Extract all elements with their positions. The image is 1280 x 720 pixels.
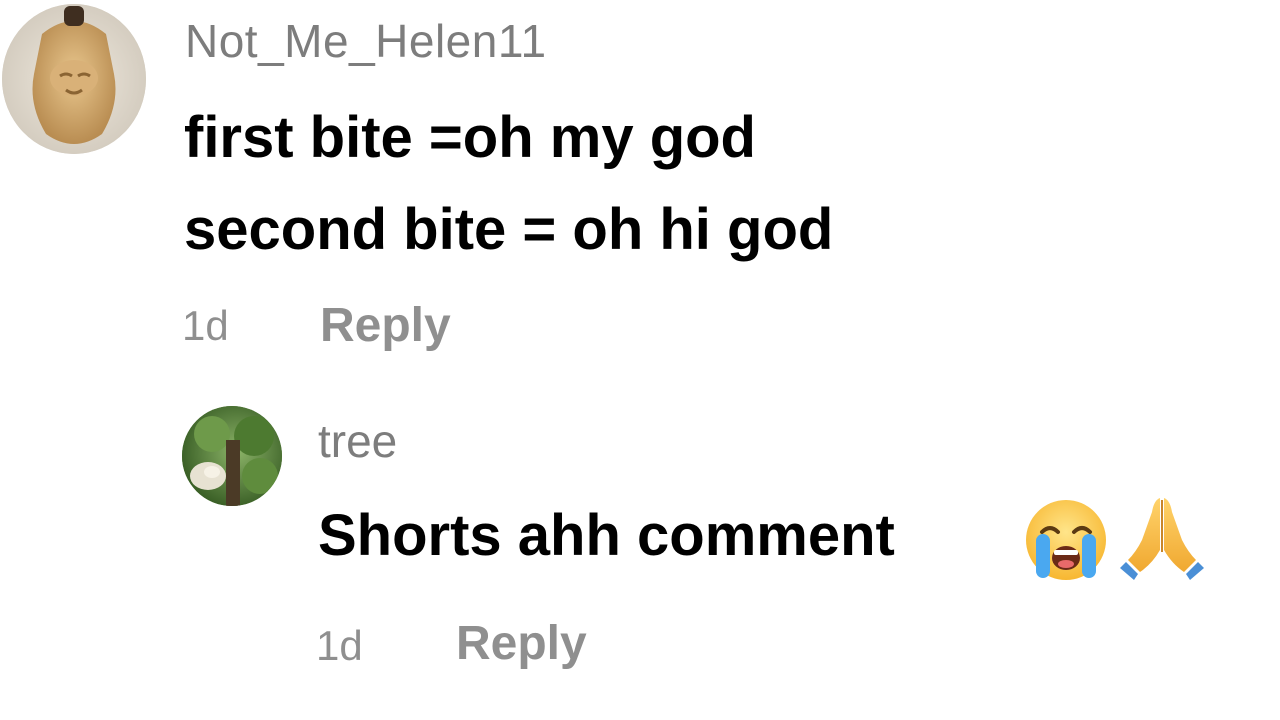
avatar[interactable] — [182, 406, 282, 506]
folded-hands-icon — [1116, 490, 1208, 582]
username[interactable]: tree — [318, 414, 397, 468]
comment-text-line: second bite = oh hi god — [184, 197, 834, 262]
loudly-crying-face-icon — [1020, 494, 1112, 586]
reply-button[interactable]: Reply — [456, 616, 587, 671]
avatar[interactable] — [2, 4, 146, 154]
user-avatar-photo-icon — [182, 406, 282, 506]
comment-timestamp: 1d — [316, 622, 363, 669]
username[interactable]: Not_Me_Helen11 — [185, 14, 547, 68]
comment-text-line: Shorts ahh comment — [318, 503, 895, 568]
reply-button[interactable]: Reply — [320, 298, 451, 353]
user-avatar-photo-icon — [2, 4, 146, 154]
comments-panel: Not_Me_Helen11 first bite =oh my god sec… — [0, 0, 1280, 720]
comment-text-line: first bite =oh my god — [184, 105, 756, 170]
comment-timestamp: 1d — [182, 302, 229, 349]
